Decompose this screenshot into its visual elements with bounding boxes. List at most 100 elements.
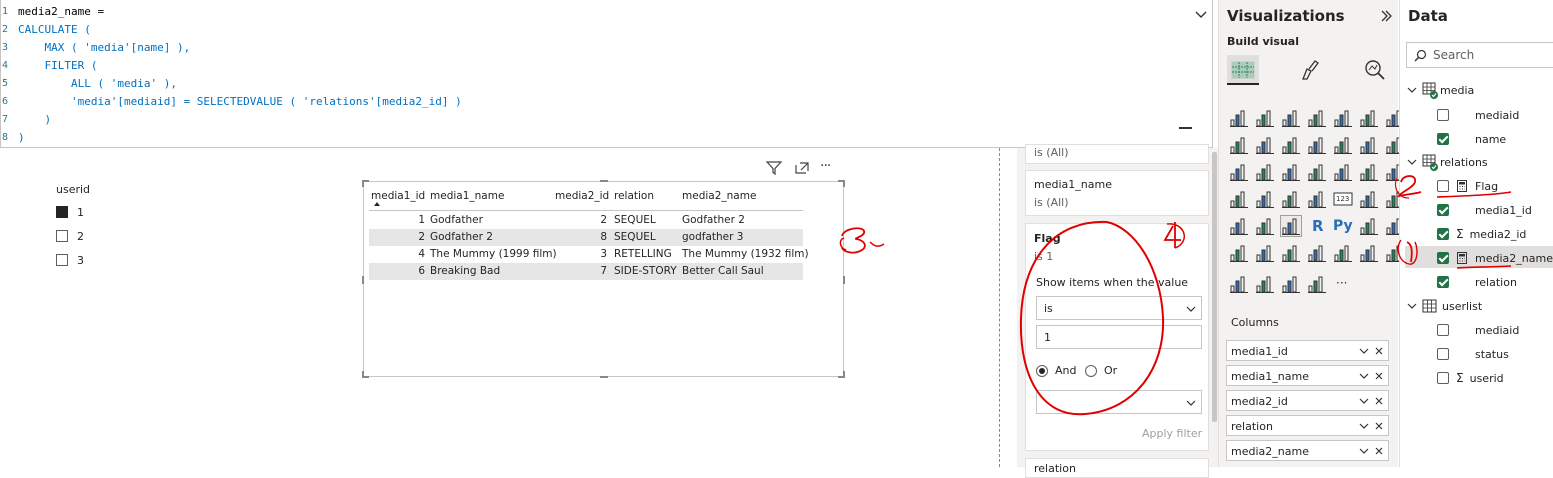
table-row[interactable]: 1 Godfather 2 SEQUEL Godfather 2 [369,212,803,229]
field-node[interactable]: Flag [1437,176,1498,196]
well-item[interactable]: media2_name [1226,440,1389,461]
field-checkbox[interactable] [1437,324,1449,336]
remove-field-icon[interactable] [1374,446,1384,456]
slicer-checkbox[interactable] [56,230,68,242]
second-condition-dropdown[interactable] [1036,390,1202,414]
field-checkbox[interactable] [1437,252,1449,264]
waterfall-visual-icon[interactable] [1359,135,1379,155]
field-node[interactable]: Σ media2_id [1437,224,1526,244]
filter-card-relation[interactable]: relation [1025,458,1209,478]
field-checkbox[interactable] [1437,204,1449,216]
field-checkbox[interactable] [1437,180,1449,192]
stacked-column-visual-icon[interactable] [1281,108,1301,128]
column-header[interactable]: media2_id [555,187,609,207]
chevrons-visual-icon[interactable] [1307,274,1327,294]
code-line[interactable]: FILTER ( [18,57,97,75]
resize-handle[interactable] [838,371,845,378]
remove-field-icon[interactable] [1374,346,1384,356]
map-visual-icon[interactable] [1359,162,1379,182]
chevron-down-icon[interactable] [1406,300,1418,312]
column-header[interactable]: media2_name [682,187,756,207]
stacked-bar-visual-icon[interactable] [1229,108,1249,128]
field-checkbox[interactable] [1437,348,1449,360]
card-visual-icon[interactable]: 123 [1333,189,1353,209]
resize-handle[interactable] [362,371,369,378]
code-line[interactable]: ) [18,129,25,147]
slicer-checkbox[interactable] [56,254,68,266]
table-visual-icon[interactable] [1255,216,1275,236]
r-visual-visual-icon[interactable]: R [1307,216,1327,236]
goals-visual-icon[interactable] [1359,243,1379,263]
collapse-pane-icon[interactable] [1379,9,1393,23]
globe-visual-icon[interactable] [1255,274,1275,294]
100-bar-visual-icon[interactable] [1333,108,1353,128]
matrix-visual-icon[interactable] [1280,215,1302,237]
column-header[interactable]: media1_name [430,187,504,207]
shape-map-visual-icon[interactable] [1229,189,1249,209]
slicer-item[interactable]: 1 [56,204,84,220]
slicer-item[interactable]: 3 [56,252,84,268]
narrative-visual-icon[interactable] [1255,243,1275,263]
resize-handle[interactable] [600,371,608,378]
chevron-down-icon[interactable] [1359,346,1369,356]
more-options-icon[interactable]: ··· [820,158,831,174]
chevron-down-icon[interactable] [1406,84,1418,96]
table-visual[interactable]: media1_id media1_name media2_id relation… [362,180,845,378]
table-row[interactable]: 6 Breaking Bad 7 SIDE-STORY Better Call … [369,263,803,280]
field-node[interactable]: status [1437,344,1509,364]
resize-handle[interactable] [600,180,608,187]
build-visual-tab[interactable] [1227,55,1259,85]
line-visual-icon[interactable] [1229,135,1249,155]
diamond-visual-icon[interactable] [1281,274,1301,294]
field-checkbox[interactable] [1437,228,1449,240]
filters-scrollbar[interactable] [1212,152,1217,422]
filter-card-media1-name[interactable]: media1_name is (All) [1025,170,1209,216]
resize-handle[interactable] [362,180,369,187]
chevron-down-icon[interactable] [1359,421,1369,431]
table-node-media[interactable]: media [1406,80,1474,100]
remove-field-icon[interactable] [1374,371,1384,381]
remove-field-icon[interactable] [1374,396,1384,406]
expand-formula-chevron-icon[interactable] [1193,6,1209,22]
scatter-visual-icon[interactable] [1229,162,1249,182]
code-line[interactable]: ALL ( 'media' ), [18,75,177,93]
column-header[interactable]: relation [614,187,654,207]
pie-visual-icon[interactable] [1281,162,1301,182]
focus-mode-icon[interactable] [793,160,811,176]
stacked-area-visual-icon[interactable] [1281,135,1301,155]
field-node[interactable]: mediaid [1437,320,1519,340]
line-clustered-visual-icon[interactable] [1333,135,1353,155]
dax-formula-editor[interactable]: 1 media2_name = 2 CALCULATE ( 3 MAX ( 'med… [0,0,1213,148]
apply-filter-button[interactable]: Apply filter [1142,427,1202,440]
resize-handle[interactable] [362,276,369,284]
search-input[interactable]: Search [1406,42,1553,68]
code-line[interactable]: ) [18,111,51,129]
qa-visual-icon[interactable] [1229,243,1249,263]
resize-handle[interactable] [838,276,845,284]
and-radio[interactable] [1036,365,1048,377]
format-visual-tab[interactable] [1293,55,1325,85]
sort-ascending-icon[interactable] [374,202,380,206]
100-column-visual-icon[interactable] [1359,108,1379,128]
bubble-visual-icon[interactable] [1255,162,1275,182]
remove-field-icon[interactable] [1374,421,1384,431]
key-influencers-visual-icon[interactable] [1359,216,1379,236]
python-visual-visual-icon[interactable]: Py [1333,216,1353,236]
field-checkbox[interactable] [1437,372,1449,384]
power-apps-visual-icon[interactable] [1307,243,1327,263]
field-node[interactable]: media2_name [1437,248,1553,268]
clustered-bar-visual-icon[interactable] [1255,108,1275,128]
field-node[interactable]: name [1437,129,1506,149]
chevron-down-icon[interactable] [1359,371,1369,381]
azure-map-visual-icon[interactable] [1255,189,1275,209]
well-item[interactable]: media2_id [1226,390,1389,411]
filter-card[interactable]: is (All) [1025,144,1209,164]
code-line[interactable]: MAX ( 'media'[name] ), [18,39,190,57]
code-line[interactable]: media2_name = [18,3,104,21]
clustered-column-visual-icon[interactable] [1307,108,1327,128]
resize-handle[interactable] [838,180,845,187]
slicer-visual-icon[interactable] [1229,216,1249,236]
code-line[interactable]: 'media'[mediaid] = SELECTEDVALUE ( 'rela… [18,93,462,111]
filter-card-flag[interactable]: Flag is 1 Show items when the value is 1… [1025,223,1209,451]
field-checkbox[interactable] [1437,109,1449,121]
